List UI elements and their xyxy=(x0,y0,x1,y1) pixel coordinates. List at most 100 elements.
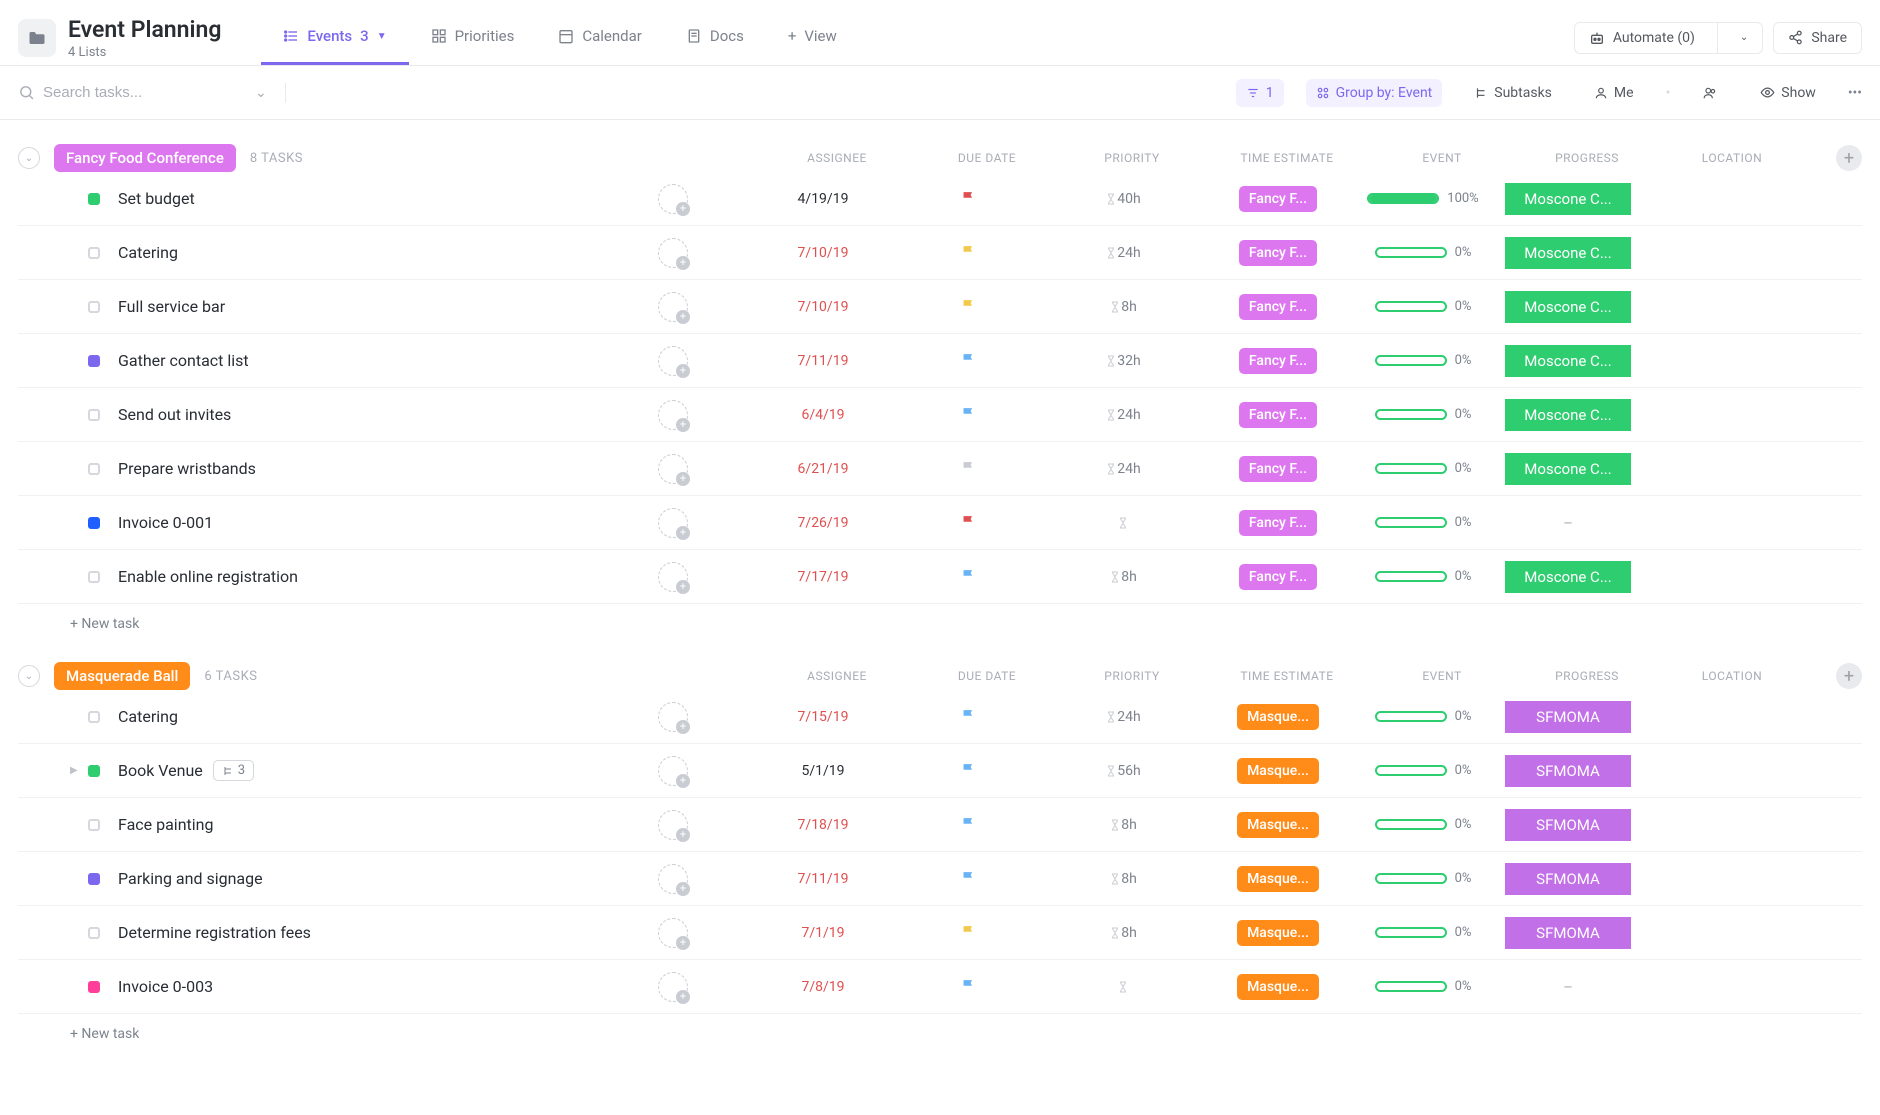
task-name[interactable]: Invoice 0-003 xyxy=(118,977,598,996)
assignee-cell[interactable] xyxy=(598,346,748,376)
assignee-cell[interactable] xyxy=(598,184,748,214)
col-priority[interactable]: PRIORITY xyxy=(1062,669,1202,683)
priority-cell[interactable] xyxy=(898,978,1038,995)
task-row[interactable]: Catering 7/15/19 24h Masque... 0% SFMOMA xyxy=(18,690,1862,744)
priority-cell[interactable] xyxy=(898,460,1038,477)
new-task-button[interactable]: + New task xyxy=(18,1014,1862,1042)
search-dropdown[interactable]: ⌄ xyxy=(255,85,267,101)
more-button[interactable]: ••• xyxy=(1848,85,1862,101)
priority-cell[interactable] xyxy=(898,762,1038,779)
status-square[interactable] xyxy=(88,517,100,529)
task-name[interactable]: Invoice 0-001 xyxy=(118,513,598,532)
progress-cell[interactable]: 0% xyxy=(1348,709,1498,724)
group-chip[interactable]: Fancy Food Conference xyxy=(54,144,236,172)
col-location[interactable]: LOCATION xyxy=(1662,669,1802,683)
estimate-cell[interactable]: 24h xyxy=(1038,245,1208,261)
priority-cell[interactable] xyxy=(898,870,1038,887)
estimate-cell[interactable]: 24h xyxy=(1038,407,1208,423)
due-date-cell[interactable]: 7/26/19 xyxy=(748,515,898,531)
assignee-placeholder-icon[interactable] xyxy=(658,346,688,376)
assignee-cell[interactable] xyxy=(598,238,748,268)
priority-cell[interactable] xyxy=(898,352,1038,369)
status-square[interactable] xyxy=(88,463,100,475)
estimate-cell[interactable]: 56h xyxy=(1038,763,1208,779)
event-cell[interactable]: Masque... xyxy=(1208,866,1348,892)
assignee-placeholder-icon[interactable] xyxy=(658,238,688,268)
col-estimate[interactable]: TIME ESTIMATE xyxy=(1202,669,1372,683)
status-square[interactable] xyxy=(88,355,100,367)
estimate-cell[interactable]: 40h xyxy=(1038,191,1208,207)
priority-cell[interactable] xyxy=(898,708,1038,725)
assignee-placeholder-icon[interactable] xyxy=(658,508,688,538)
assignee-placeholder-icon[interactable] xyxy=(658,292,688,322)
col-due-date[interactable]: DUE DATE xyxy=(912,151,1062,165)
estimate-cell[interactable] xyxy=(1038,516,1208,530)
assignee-placeholder-icon[interactable] xyxy=(658,864,688,894)
task-row[interactable]: Parking and signage 7/11/19 8h Masque...… xyxy=(18,852,1862,906)
priority-cell[interactable] xyxy=(898,816,1038,833)
search-input[interactable] xyxy=(43,84,243,101)
event-cell[interactable]: Masque... xyxy=(1208,704,1348,730)
assignee-cell[interactable] xyxy=(598,400,748,430)
task-row[interactable]: Determine registration fees 7/1/19 8h Ma… xyxy=(18,906,1862,960)
priority-cell[interactable] xyxy=(898,406,1038,423)
col-event[interactable]: EVENT xyxy=(1372,151,1512,165)
automate-dropdown[interactable]: ⌄ xyxy=(1726,25,1762,50)
location-cell[interactable]: Moscone C... xyxy=(1498,453,1638,485)
col-progress[interactable]: PROGRESS xyxy=(1512,669,1662,683)
estimate-cell[interactable]: 8h xyxy=(1038,569,1208,585)
estimate-cell[interactable]: 8h xyxy=(1038,925,1208,941)
assignee-cell[interactable] xyxy=(598,454,748,484)
assignee-cell[interactable] xyxy=(598,918,748,948)
assignee-placeholder-icon[interactable] xyxy=(658,918,688,948)
due-date-cell[interactable]: 7/10/19 xyxy=(748,245,898,261)
task-name[interactable]: Send out invites xyxy=(118,405,598,424)
priority-cell[interactable] xyxy=(898,514,1038,531)
col-event[interactable]: EVENT xyxy=(1372,669,1512,683)
location-cell[interactable]: Moscone C... xyxy=(1498,399,1638,431)
status-square[interactable] xyxy=(88,193,100,205)
show-button[interactable]: Show xyxy=(1750,79,1826,107)
progress-cell[interactable]: 0% xyxy=(1348,817,1498,832)
due-date-cell[interactable]: 7/1/19 xyxy=(748,925,898,941)
due-date-cell[interactable]: 7/10/19 xyxy=(748,299,898,315)
event-cell[interactable]: Masque... xyxy=(1208,920,1348,946)
assignee-placeholder-icon[interactable] xyxy=(658,454,688,484)
tab-add-view[interactable]: + View xyxy=(766,10,859,65)
assignee-cell[interactable] xyxy=(598,810,748,840)
task-name[interactable]: Enable online registration xyxy=(118,567,598,586)
task-row[interactable]: Set budget 4/19/19 40h Fancy F... 100% M… xyxy=(18,172,1862,226)
estimate-cell[interactable]: 8h xyxy=(1038,817,1208,833)
task-row[interactable]: ▶ Book Venue3 5/1/19 56h Masque... 0% SF… xyxy=(18,744,1862,798)
estimate-cell[interactable]: 8h xyxy=(1038,299,1208,315)
location-cell[interactable]: Moscone C... xyxy=(1498,183,1638,215)
tab-events[interactable]: Events 3 ▼ xyxy=(261,10,408,65)
due-date-cell[interactable]: 7/17/19 xyxy=(748,569,898,585)
due-date-cell[interactable]: 5/1/19 xyxy=(748,763,898,779)
task-name[interactable]: Book Venue3 xyxy=(118,760,598,781)
collapse-button[interactable]: ⌄ xyxy=(18,147,40,169)
due-date-cell[interactable]: 6/4/19 xyxy=(748,407,898,423)
location-cell[interactable]: SFMOMA xyxy=(1498,863,1638,895)
task-row[interactable]: Invoice 0-003 7/8/19 Masque... 0% – xyxy=(18,960,1862,1014)
progress-cell[interactable]: 0% xyxy=(1348,925,1498,940)
location-cell[interactable]: – xyxy=(1498,507,1638,539)
collapse-button[interactable]: ⌄ xyxy=(18,665,40,687)
status-square[interactable] xyxy=(88,927,100,939)
col-priority[interactable]: PRIORITY xyxy=(1062,151,1202,165)
assignee-placeholder-icon[interactable] xyxy=(658,400,688,430)
expand-caret-icon[interactable]: ▶ xyxy=(70,765,84,776)
event-cell[interactable]: Fancy F... xyxy=(1208,240,1348,266)
event-cell[interactable]: Fancy F... xyxy=(1208,186,1348,212)
event-cell[interactable]: Fancy F... xyxy=(1208,402,1348,428)
assignee-cell[interactable] xyxy=(598,972,748,1002)
assignee-cell[interactable] xyxy=(598,562,748,592)
task-name[interactable]: Catering xyxy=(118,707,598,726)
due-date-cell[interactable]: 7/11/19 xyxy=(748,353,898,369)
status-square[interactable] xyxy=(88,711,100,723)
location-cell[interactable]: Moscone C... xyxy=(1498,345,1638,377)
filter-button[interactable]: 1 xyxy=(1236,79,1284,107)
priority-cell[interactable] xyxy=(898,244,1038,261)
assignee-placeholder-icon[interactable] xyxy=(658,184,688,214)
task-row[interactable]: Send out invites 6/4/19 24h Fancy F... 0… xyxy=(18,388,1862,442)
